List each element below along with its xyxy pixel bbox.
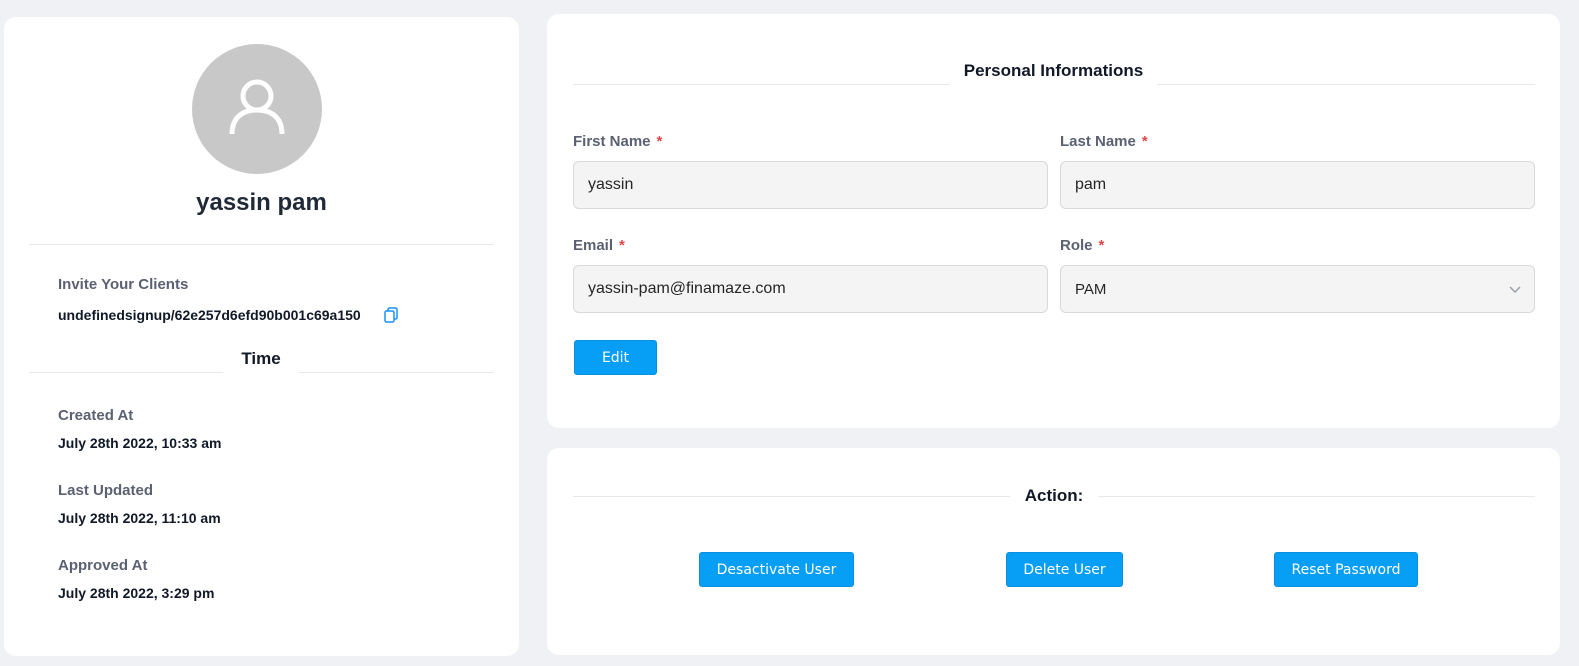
- required-mark: *: [656, 133, 663, 150]
- created-value: July 28th 2022, 10:33 am: [58, 435, 222, 451]
- created-label: Created At: [58, 407, 134, 424]
- divider: [29, 372, 223, 373]
- role-select[interactable]: PAM: [1060, 265, 1535, 313]
- time-title: Time: [241, 349, 281, 368]
- divider: [299, 372, 494, 373]
- first-name-field[interactable]: yassin: [573, 161, 1048, 209]
- divider: [29, 244, 494, 245]
- edit-button[interactable]: Edit: [574, 340, 657, 375]
- divider: [1098, 496, 1535, 497]
- action-card: Action: Desactivate User Delete User Res…: [547, 448, 1560, 655]
- user-name: yassin pam: [196, 189, 327, 216]
- approved-label: Approved At: [58, 557, 148, 574]
- email-label: Email *: [573, 237, 625, 254]
- chevron-down-icon: [1509, 286, 1521, 294]
- approved-value: July 28th 2022, 3:29 pm: [58, 585, 215, 601]
- role-label: Role *: [1060, 237, 1105, 254]
- delete-user-button[interactable]: Delete User: [1006, 552, 1123, 587]
- copy-icon[interactable]: [384, 307, 398, 323]
- personal-info-card: Personal Informations First Name * yassin…: [547, 14, 1560, 428]
- role-select-value: PAM: [1075, 280, 1107, 298]
- last-name-field[interactable]: pam: [1060, 161, 1535, 209]
- invite-label: Invite Your Clients: [58, 276, 189, 293]
- user-icon: [229, 79, 285, 135]
- personal-info-title: Personal Informations: [963, 61, 1144, 80]
- required-mark: *: [1098, 237, 1105, 254]
- required-mark: *: [619, 237, 625, 254]
- divider: [1157, 84, 1535, 85]
- divider: [573, 496, 1010, 497]
- divider: [573, 84, 950, 85]
- avatar: [192, 44, 322, 174]
- first-name-label: First Name *: [573, 133, 663, 150]
- updated-label: Last Updated: [58, 482, 154, 499]
- required-mark: *: [1141, 133, 1148, 150]
- updated-value: July 28th 2022, 11:10 am: [58, 510, 221, 526]
- last-name-label: Last Name *: [1060, 133, 1148, 150]
- action-title: Action:: [1024, 486, 1084, 505]
- profile-card: yassin pam Invite Your Clients undefined…: [4, 17, 519, 656]
- invite-link[interactable]: undefinedsignup/62e257d6efd90b001c69a150: [58, 307, 361, 323]
- reset-password-button[interactable]: Reset Password: [1274, 552, 1418, 587]
- email-field[interactable]: yassin-pam@finamaze.com: [573, 265, 1048, 313]
- deactivate-user-button[interactable]: Desactivate User: [699, 552, 854, 587]
